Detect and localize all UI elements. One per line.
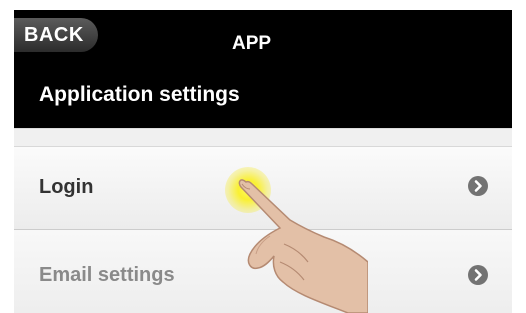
chevron-right-icon <box>468 176 488 196</box>
chevron-right-icon <box>468 265 488 285</box>
pointing-hand-icon <box>238 179 368 313</box>
settings-item-label: Login <box>39 176 94 198</box>
settings-item-label: Email settings <box>39 264 175 286</box>
back-button[interactable]: BACK <box>14 18 98 52</box>
section-title: Application settings <box>39 83 240 106</box>
app-title: APP <box>232 33 272 54</box>
